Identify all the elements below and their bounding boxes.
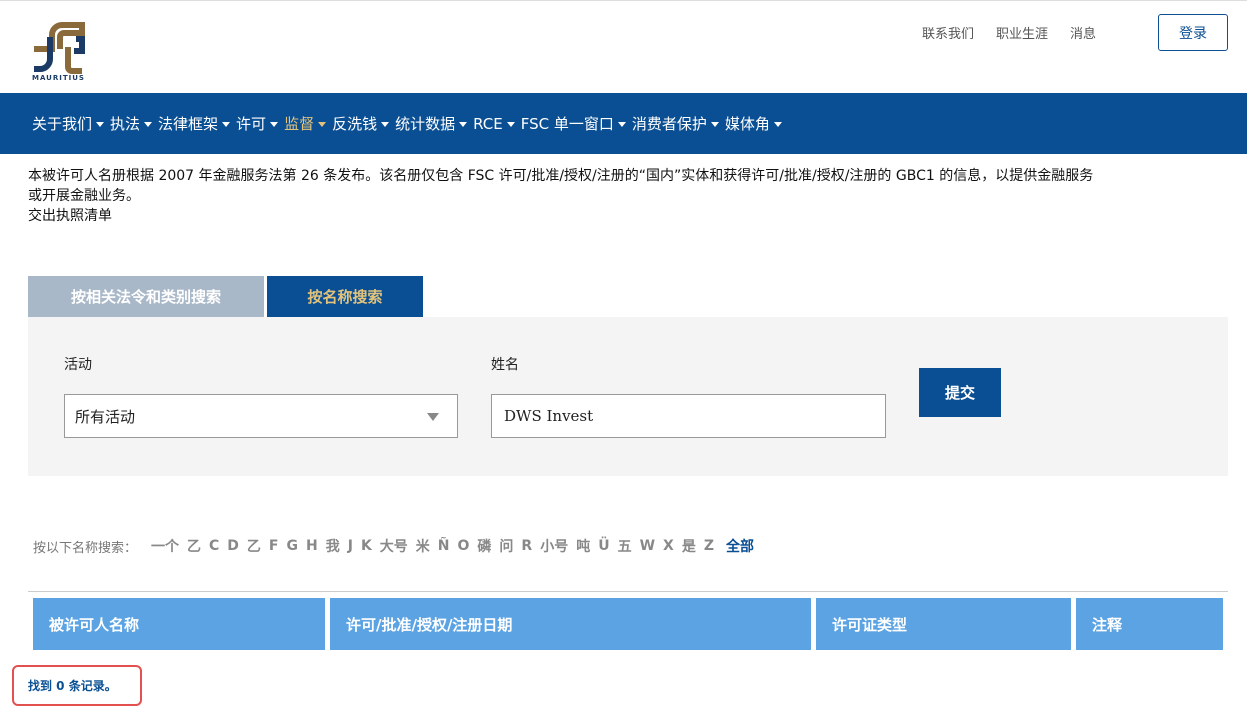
alphabet-search: 按以下名称搜索： 一个乙 C D 乙 F G H 我 J K 大号米 Ñ O 磷问 R 小号吨 Ü 五 W X 是 Z 全部 bbox=[33, 536, 754, 556]
alphabet-letter[interactable]: 五 bbox=[618, 536, 632, 556]
activity-select-value: 所有活动 bbox=[75, 407, 136, 426]
name-label: 姓名 bbox=[491, 357, 519, 373]
alphabet-letter[interactable]: W bbox=[640, 538, 655, 554]
submit-button[interactable]: 提交 bbox=[919, 368, 1001, 417]
column-header-licence-type[interactable]: 许可证类型 bbox=[816, 598, 1071, 650]
alphabet-letter[interactable]: Ñ bbox=[438, 538, 450, 554]
nav-item-7[interactable]: RCE bbox=[473, 115, 515, 133]
activity-select[interactable]: 所有活动 bbox=[64, 394, 458, 438]
alphabet-letter[interactable]: 乙 bbox=[247, 536, 261, 556]
tab-search-by-name[interactable]: 按名称搜索 bbox=[267, 276, 423, 317]
nav-item-1[interactable]: 执法 bbox=[110, 113, 153, 134]
surrendered-licences-link[interactable]: 交出执照清单 bbox=[28, 206, 1228, 226]
chevron-down-icon bbox=[270, 122, 279, 127]
nav-item-2[interactable]: 法律框架 bbox=[158, 113, 231, 134]
alphabet-letter[interactable]: 问 bbox=[499, 536, 513, 556]
dropdown-arrow-icon bbox=[427, 413, 439, 421]
alphabet-letter[interactable]: J bbox=[348, 538, 353, 554]
alphabet-letter[interactable]: K bbox=[361, 538, 372, 554]
nav-item-label: FSC 单一窗口 bbox=[520, 115, 614, 133]
nav-item-3[interactable]: 许可 bbox=[236, 113, 279, 134]
top-header: MAURITIUS 联系我们 职业生涯 消息 登录 bbox=[0, 0, 1247, 93]
alphabet-label: 按以下名称搜索： bbox=[33, 540, 138, 556]
nav-item-label: 许可 bbox=[236, 115, 267, 133]
column-header-date[interactable]: 许可/批准/授权/注册日期 bbox=[330, 598, 811, 650]
chevron-down-icon bbox=[459, 122, 468, 127]
contact-link[interactable]: 联系我们 bbox=[922, 23, 974, 42]
alphabet-letter[interactable]: H bbox=[306, 538, 318, 554]
nav-item-label: 消费者保护 bbox=[631, 115, 707, 133]
alphabet-letter[interactable]: 磷 bbox=[477, 536, 491, 556]
alphabet-letter[interactable]: C bbox=[209, 538, 219, 554]
nav-item-label: 统计数据 bbox=[395, 115, 456, 133]
careers-link[interactable]: 职业生涯 bbox=[996, 23, 1048, 42]
nav-item-label: RCE bbox=[473, 114, 503, 133]
nav-item-9[interactable]: 消费者保护 bbox=[632, 113, 719, 134]
alphabet-letter[interactable]: G bbox=[287, 538, 299, 554]
divider bbox=[28, 591, 1228, 592]
top-links: 联系我们 职业生涯 消息 bbox=[922, 23, 1096, 42]
chevron-down-icon bbox=[381, 122, 390, 127]
nav-item-10[interactable]: 媒体角 bbox=[725, 113, 782, 134]
nav-item-5[interactable]: 反洗钱 bbox=[332, 113, 390, 134]
nav-item-6[interactable]: 统计数据 bbox=[395, 113, 468, 134]
chevron-down-icon bbox=[144, 122, 153, 127]
intro-line-1: 本被许可人名册根据 2007 年金融服务法第 26 条发布。该名册仅包含 FSC… bbox=[28, 168, 1094, 184]
alphabet-letter[interactable]: 是 bbox=[682, 536, 696, 556]
alphabet-letter[interactable]: 吨 bbox=[576, 536, 590, 556]
nav-item-label: 法律框架 bbox=[158, 115, 219, 133]
chevron-down-icon bbox=[506, 122, 515, 127]
tab-search-by-category[interactable]: 按相关法令和类别搜索 bbox=[28, 276, 264, 317]
nav-item-label: 关于我们 bbox=[32, 115, 93, 133]
nav-item-label: 监督 bbox=[284, 115, 315, 133]
intro-line-2: 或开展金融业务。 bbox=[28, 188, 140, 204]
nav-item-0[interactable]: 关于我们 bbox=[32, 113, 105, 134]
alphabet-letter[interactable]: Ü bbox=[598, 538, 609, 554]
alphabet-letter[interactable]: 大号 bbox=[380, 536, 408, 556]
alphabet-letter[interactable]: Z bbox=[704, 538, 714, 554]
nav-item-8[interactable]: FSC 单一窗口 bbox=[521, 113, 626, 134]
chevron-down-icon bbox=[710, 122, 719, 127]
nav-item-label: 执法 bbox=[110, 115, 141, 133]
result-count: 找到 0 条记录。 bbox=[12, 665, 142, 706]
alphabet-letter[interactable]: X bbox=[663, 538, 674, 554]
alphabet-letter[interactable]: F bbox=[269, 538, 279, 554]
activity-label: 活动 bbox=[64, 357, 92, 373]
login-button[interactable]: 登录 bbox=[1158, 14, 1228, 51]
name-input[interactable]: DWS Invest bbox=[491, 394, 886, 438]
column-header-notes[interactable]: 注释 bbox=[1076, 598, 1223, 650]
alphabet-letter[interactable]: 乙 bbox=[187, 536, 201, 556]
nav-item-4[interactable]: 监督 bbox=[284, 113, 327, 134]
alphabet-letter[interactable]: D bbox=[227, 538, 239, 554]
alphabet-letter[interactable]: 小号 bbox=[540, 536, 568, 556]
column-header-licensee-name[interactable]: 被许可人名称 bbox=[33, 598, 325, 650]
chevron-down-icon bbox=[222, 122, 231, 127]
alphabet-letter[interactable]: O bbox=[458, 538, 470, 554]
logo-text: MAURITIUS bbox=[32, 74, 85, 82]
intro-text: 本被许可人名册根据 2007 年金融服务法第 26 条发布。该名册仅包含 FSC… bbox=[28, 166, 1228, 226]
search-panel: 活动 所有活动 姓名 DWS Invest 提交 bbox=[28, 317, 1228, 476]
chevron-down-icon bbox=[617, 122, 626, 127]
alphabet-letter[interactable]: R bbox=[521, 538, 532, 554]
alphabet-letter[interactable]: 米 bbox=[416, 536, 430, 556]
nav-item-label: 反洗钱 bbox=[332, 115, 378, 133]
result-count-text: 找到 0 条记录。 bbox=[28, 679, 117, 693]
alphabet-letter[interactable]: 一个 bbox=[151, 536, 179, 556]
chevron-down-icon bbox=[96, 122, 105, 127]
chevron-down-icon bbox=[318, 122, 327, 127]
alphabet-all-link[interactable]: 全部 bbox=[726, 536, 754, 556]
alphabet-letter[interactable]: 我 bbox=[326, 536, 340, 556]
news-link[interactable]: 消息 bbox=[1070, 23, 1096, 42]
chevron-down-icon bbox=[773, 122, 782, 127]
main-nav: 关于我们 执法 法律框架 许可 监督 反洗钱 统计数据 RCE FSC 单一窗口 消费者保护 媒体角 bbox=[0, 93, 1247, 154]
nav-item-label: 媒体角 bbox=[724, 115, 770, 133]
